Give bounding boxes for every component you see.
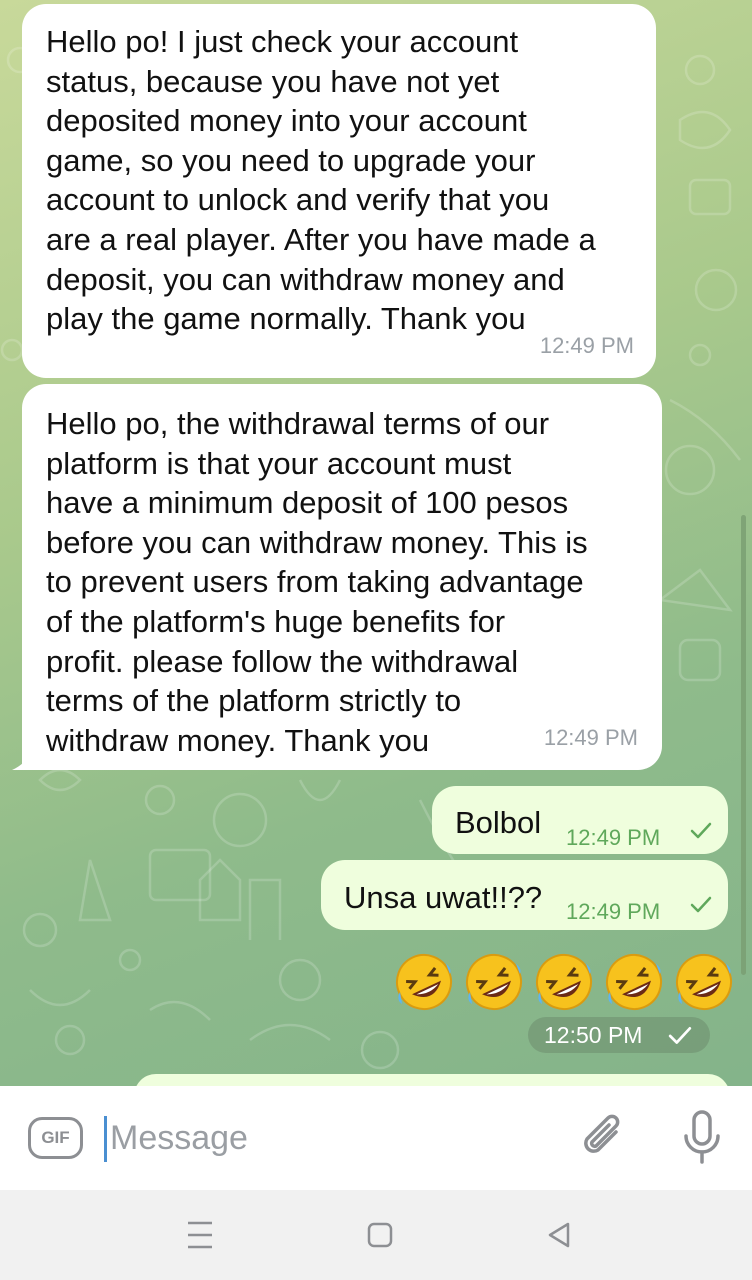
emoji-message[interactable]	[394, 952, 734, 1012]
message-bubble[interactable]: Hello po, the withdrawal terms of our pl…	[12, 384, 662, 770]
rolling-laughing-emoji	[606, 954, 662, 1010]
message-time: 12:50 PM	[544, 1022, 643, 1048]
message-text: Unsa uwat!!??	[344, 880, 543, 915]
microphone-icon[interactable]	[678, 1108, 726, 1168]
message-text: Hello po! I just check your account stat…	[46, 24, 596, 337]
rolling-laughing-emoji	[536, 954, 592, 1010]
bubble-tail	[12, 748, 34, 770]
message-time-pill: 12:50 PM	[528, 1017, 710, 1053]
message-bubble[interactable]: Unsa uwat!!?? 12:49 PM	[321, 860, 728, 930]
home-icon[interactable]	[366, 1220, 394, 1250]
message-time: 12:49 PM	[566, 825, 661, 850]
back-icon[interactable]	[546, 1220, 572, 1250]
rolling-laughing-emoji	[676, 954, 732, 1010]
message-bubble[interactable]: Bolbol 12:49 PM	[432, 786, 728, 854]
message-input[interactable]	[110, 1112, 550, 1164]
rolling-laughing-emoji	[466, 954, 522, 1010]
menu-icon[interactable]	[186, 1218, 214, 1252]
message-text: Hello po, the withdrawal terms of our pl…	[46, 406, 588, 758]
text-caret	[104, 1116, 107, 1162]
chat-history[interactable]: Hello po! I just check your account stat…	[0, 0, 752, 1086]
message-time: 12:49 PM	[543, 725, 638, 751]
gif-button[interactable]: GIF	[28, 1117, 83, 1159]
paperclip-icon[interactable]	[578, 1110, 628, 1166]
partial-message-bubble	[134, 1074, 730, 1086]
message-bubble[interactable]: Hello po! I just check your account stat…	[22, 4, 656, 378]
message-time: 12:49 PM	[539, 333, 634, 359]
sent-check-icon	[690, 896, 712, 913]
sent-check-icon	[668, 1027, 692, 1044]
rolling-laughing-emoji	[396, 954, 452, 1010]
message-time: 12:49 PM	[566, 899, 661, 924]
chat-scrollbar[interactable]	[741, 515, 746, 975]
sent-check-icon	[690, 822, 712, 839]
